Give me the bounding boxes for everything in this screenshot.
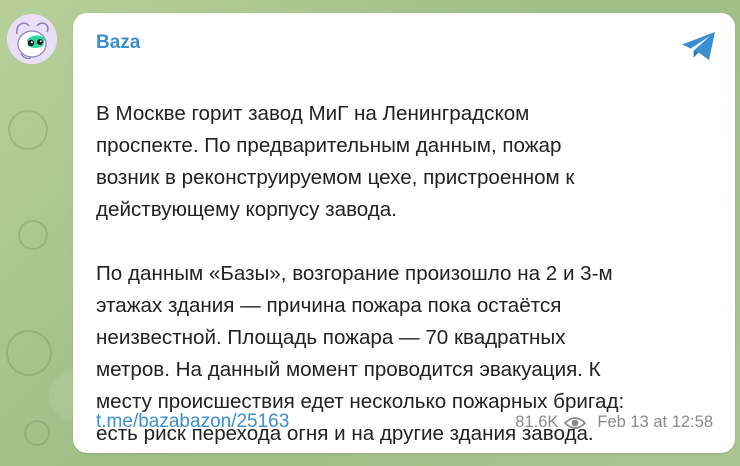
share-button[interactable] [679, 29, 719, 63]
background-doodle [6, 330, 52, 376]
message-paragraph: В Москве горит завод МиГ на Ленинградско… [96, 102, 575, 221]
message-footer: t.me/bazabazon/25163 81.6K Feb 13 at 12:… [96, 411, 713, 435]
background-doodle [8, 110, 48, 150]
background-doodle [18, 220, 48, 250]
message-body: В Москве горит завод МиГ на Ленинградско… [96, 66, 716, 450]
post-timestamp: Feb 13 at 12:58 [597, 413, 713, 431]
telegram-share-icon [682, 32, 715, 60]
eye-icon [564, 416, 587, 429]
baza-character-avatar-icon [7, 14, 57, 64]
post-link[interactable]: t.me/bazabazon/25163 [96, 411, 289, 433]
channel-name[interactable]: Baza [96, 32, 140, 54]
view-count: 81.6K [515, 413, 559, 431]
channel-avatar[interactable] [7, 14, 57, 64]
message-bubble: Baza В Москве горит завод МиГ на Ленингр… [73, 13, 735, 453]
message-meta: 81.6K Feb 13 at 12:58 [515, 413, 713, 432]
background-doodle [24, 420, 50, 446]
